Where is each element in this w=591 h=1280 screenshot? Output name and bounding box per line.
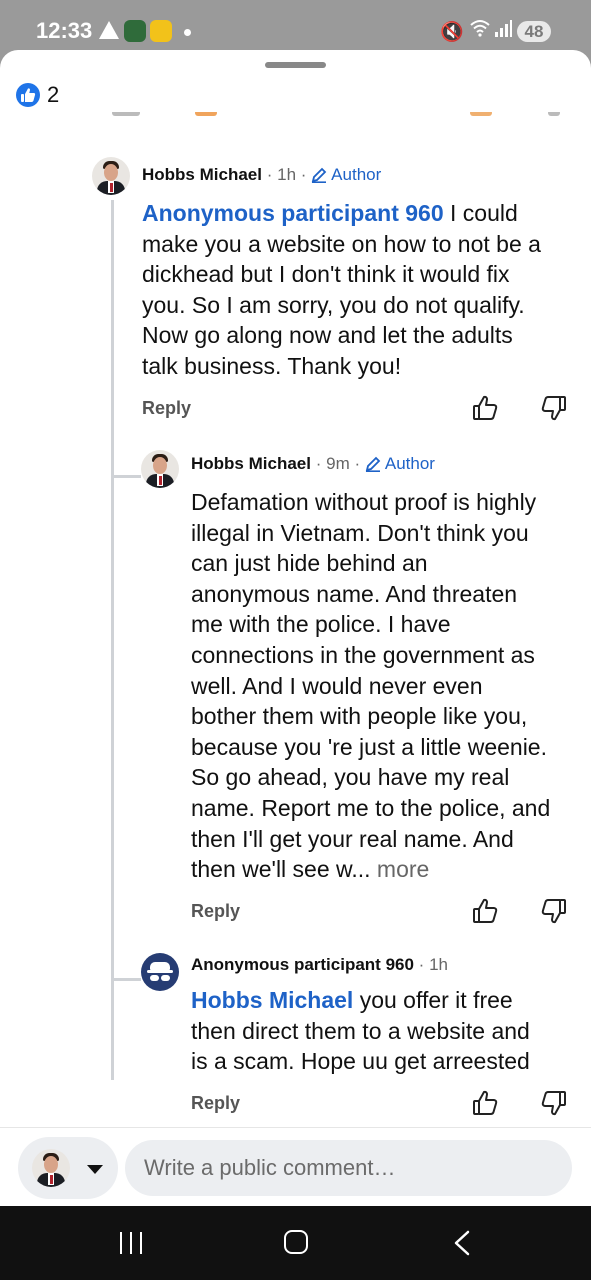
author-name[interactable]: Hobbs Michael — [191, 454, 311, 473]
home-icon[interactable] — [284, 1230, 308, 1254]
recent-apps-icon[interactable] — [120, 1232, 144, 1254]
author-badge: Author — [365, 454, 435, 473]
signal-icon — [494, 20, 512, 43]
mute-icon: 🔇 — [440, 22, 464, 43]
avatar — [32, 1149, 70, 1187]
app-notification-icon — [150, 20, 172, 42]
thread-line — [111, 978, 141, 981]
anonymous-avatar[interactable] — [141, 953, 179, 991]
comment-time[interactable]: 9m — [326, 454, 350, 473]
pencil-icon — [365, 456, 381, 472]
comment-composer — [0, 1127, 591, 1208]
dislike-icon[interactable] — [540, 897, 568, 925]
like-icon[interactable] — [471, 897, 499, 925]
comment-time[interactable]: 1h — [429, 955, 448, 974]
comment-text: Hobbs Michael you offer it free then dir… — [191, 987, 530, 1075]
status-time: 12:33 — [36, 18, 93, 43]
author-badge: Author — [311, 165, 381, 184]
pencil-icon — [311, 167, 327, 183]
warning-icon — [99, 21, 119, 39]
battery-icon: 48 — [517, 21, 551, 42]
comment-meta: Hobbs Michael · 1h · Author — [142, 165, 382, 184]
comment-time[interactable]: 1h — [277, 165, 296, 184]
wifi-icon — [470, 19, 490, 43]
comment-meta: Anonymous participant 960 · 1h — [191, 955, 448, 974]
sheet-drag-handle[interactable] — [265, 62, 326, 68]
see-more-link[interactable]: more — [371, 856, 429, 882]
like-icon[interactable] — [471, 1089, 499, 1117]
comments-sheet: 2 Hobbs Michael · 1h · Author Anonymous … — [0, 50, 591, 1206]
back-icon[interactable] — [452, 1230, 472, 1256]
dislike-icon[interactable] — [540, 1089, 568, 1117]
reaction-count: 2 — [47, 82, 60, 107]
reply-button[interactable]: Reply — [191, 1093, 240, 1114]
comment-meta: Hobbs Michael · 9m · Author — [191, 454, 435, 473]
dislike-icon[interactable] — [540, 394, 568, 422]
avatar[interactable] — [141, 450, 179, 488]
like-icon[interactable] — [471, 394, 499, 422]
reply-button[interactable]: Reply — [191, 901, 240, 922]
reply-button[interactable]: Reply — [142, 398, 191, 419]
comment-text: Anonymous participant 960 I could make y… — [142, 200, 541, 379]
more-notifications-dot-icon — [184, 29, 191, 36]
thread-line — [111, 200, 114, 1080]
comment-text: Defamation without proof is highly illeg… — [191, 489, 551, 883]
avatar[interactable] — [92, 157, 130, 195]
mention-link[interactable]: Anonymous participant 960 — [142, 200, 444, 226]
author-name[interactable]: Hobbs Michael — [142, 165, 262, 184]
system-nav-bar — [0, 1206, 591, 1280]
author-name[interactable]: Anonymous participant 960 — [191, 955, 414, 974]
thread-line — [111, 475, 141, 478]
chevron-down-icon — [87, 1165, 103, 1174]
profile-switcher-button[interactable] — [18, 1137, 118, 1199]
like-reaction-icon — [16, 83, 40, 107]
clipped-content — [0, 112, 591, 120]
mention-link[interactable]: Hobbs Michael — [191, 987, 353, 1013]
app-notification-icon — [124, 20, 146, 42]
comment-input[interactable] — [125, 1140, 572, 1196]
